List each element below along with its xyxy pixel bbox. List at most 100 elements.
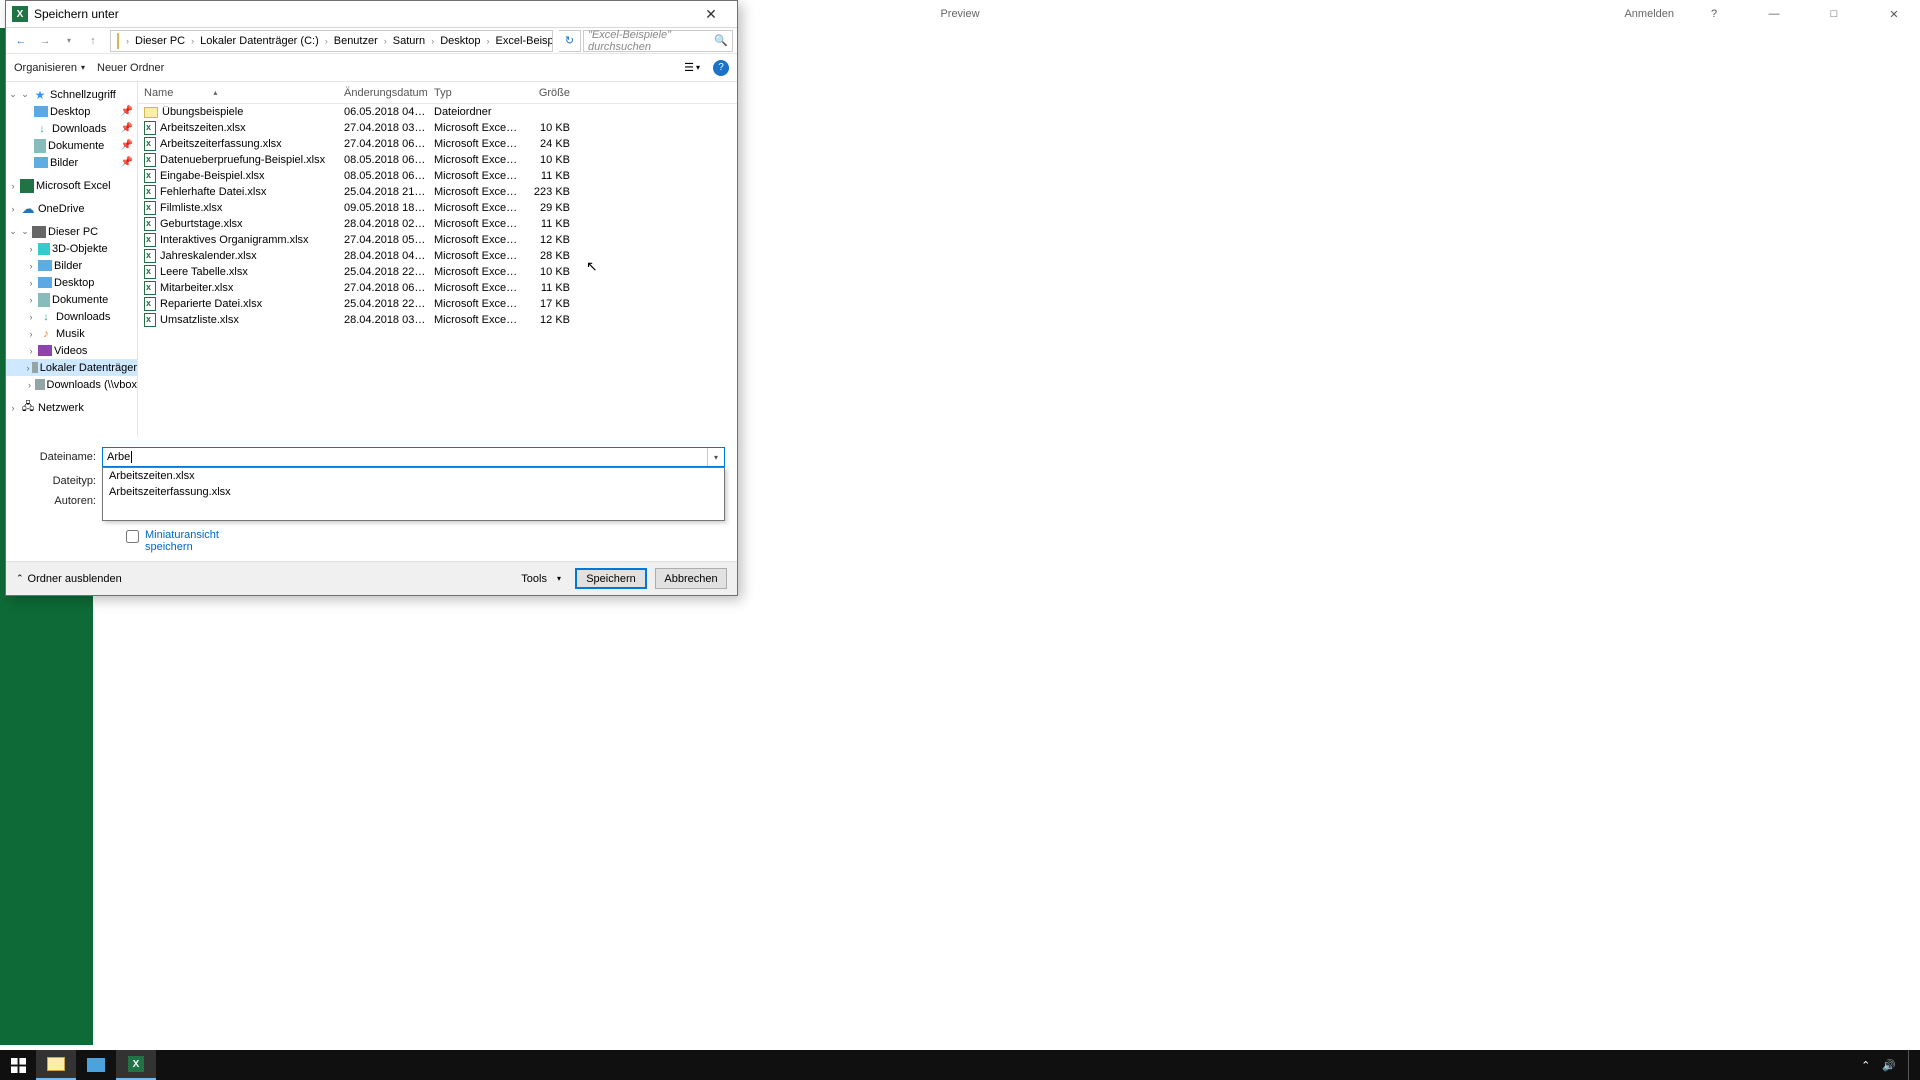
- file-row[interactable]: Umsatzliste.xlsx28.04.2018 03:41Microsof…: [138, 312, 737, 328]
- chevron-right-icon[interactable]: ›: [188, 36, 197, 46]
- chevron-right-icon[interactable]: ›: [322, 36, 331, 46]
- excel-close-button[interactable]: ✕: [1874, 8, 1914, 21]
- column-type-header[interactable]: Typ: [428, 87, 518, 99]
- video-icon: [38, 345, 52, 356]
- file-row[interactable]: Reparierte Datei.xlsx25.04.2018 22:42Mic…: [138, 296, 737, 312]
- tree-music[interactable]: ›Musik: [6, 325, 137, 342]
- column-headers: Name▴ Änderungsdatum Typ Größe: [138, 82, 737, 104]
- autocomplete-item[interactable]: Arbeitszeiterfassung.xlsx: [103, 484, 724, 500]
- file-date: 27.04.2018 06:09: [338, 138, 428, 150]
- file-row[interactable]: Jahreskalender.xlsx28.04.2018 04:43Micro…: [138, 248, 737, 264]
- tools-menu-button[interactable]: Tools ▾: [515, 573, 567, 585]
- nav-recent-button[interactable]: ▾: [58, 30, 80, 52]
- file-size: 11 KB: [518, 218, 578, 230]
- nav-up-button[interactable]: ↑: [82, 30, 104, 52]
- folder-tree[interactable]: ⌄⌄Schnellzugriff Desktop📌 Downloads📌 Dok…: [6, 82, 138, 437]
- breadcrumb-segment[interactable]: Lokaler Datenträger (C:): [197, 35, 322, 47]
- nav-back-button[interactable]: ←: [10, 30, 32, 52]
- file-row[interactable]: Fehlerhafte Datei.xlsx25.04.2018 21:47Mi…: [138, 184, 737, 200]
- file-size: 28 KB: [518, 250, 578, 262]
- breadcrumb-segment[interactable]: Dieser PC: [132, 35, 188, 47]
- autocomplete-item[interactable]: Arbeitszeiten.xlsx: [103, 468, 724, 484]
- chevron-right-icon[interactable]: ›: [484, 36, 493, 46]
- file-row[interactable]: Filmliste.xlsx09.05.2018 18:07Microsoft …: [138, 200, 737, 216]
- show-desktop-button[interactable]: [1908, 1050, 1914, 1080]
- file-row[interactable]: Leere Tabelle.xlsx25.04.2018 22:30Micros…: [138, 264, 737, 280]
- dialog-close-button[interactable]: ✕: [691, 6, 731, 23]
- file-row[interactable]: Mitarbeiter.xlsx27.04.2018 06:13Microsof…: [138, 280, 737, 296]
- help-icon[interactable]: ?: [713, 60, 729, 76]
- file-date: 06.05.2018 04:02: [338, 106, 428, 118]
- dialog-button-bar: ⌃ Ordner ausblenden Tools ▾ Speichern Ab…: [6, 561, 737, 595]
- sort-asc-icon: ▴: [213, 88, 217, 97]
- help-button[interactable]: ?: [1694, 8, 1734, 20]
- chevron-right-icon[interactable]: ›: [123, 36, 132, 46]
- save-thumbnail-checkbox[interactable]: [126, 530, 139, 543]
- tree-this-pc[interactable]: ⌄⌄Dieser PC: [6, 223, 137, 240]
- taskbar[interactable]: X ⌃ 🔊: [0, 1050, 1920, 1080]
- tree-network[interactable]: ›Netzwerk: [6, 399, 137, 416]
- filename-dropdown-button[interactable]: ▾: [707, 448, 724, 466]
- tray-overflow-button[interactable]: ⌃: [1861, 1059, 1870, 1072]
- breadcrumb-segment[interactable]: Desktop: [437, 35, 483, 47]
- breadcrumb-segment[interactable]: Saturn: [390, 35, 428, 47]
- maximize-button[interactable]: □: [1814, 8, 1854, 20]
- dialog-titlebar[interactable]: X Speichern unter ✕: [6, 1, 737, 28]
- search-icon[interactable]: 🔍: [714, 34, 728, 47]
- minimize-button[interactable]: —: [1754, 8, 1794, 20]
- taskbar-explorer[interactable]: [36, 1050, 76, 1080]
- tree-downloads[interactable]: ›Downloads: [6, 308, 137, 325]
- file-row[interactable]: Übungsbeispiele06.05.2018 04:02Dateiordn…: [138, 104, 737, 120]
- file-date: 28.04.2018 02:47: [338, 218, 428, 230]
- document-icon: [38, 293, 50, 307]
- excel-file-icon: [144, 313, 156, 327]
- tree-pictures[interactable]: Bilder📌: [6, 154, 137, 171]
- address-breadcrumb[interactable]: › Dieser PC › Lokaler Datenträger (C:) ›…: [110, 30, 553, 52]
- refresh-button[interactable]: ↻: [559, 30, 581, 52]
- file-row[interactable]: Interaktives Organigramm.xlsx27.04.2018 …: [138, 232, 737, 248]
- new-folder-button[interactable]: Neuer Ordner: [97, 62, 164, 74]
- save-form: Dateiname: Arbe ▾ Arbeitszeiten.xlsx Arb…: [6, 437, 737, 561]
- view-mode-button[interactable]: ☰ ▾: [679, 59, 705, 76]
- file-row[interactable]: Arbeitszeiten.xlsx27.04.2018 03:25Micros…: [138, 120, 737, 136]
- breadcrumb-segment[interactable]: Excel-Beispiele: [493, 35, 553, 47]
- chevron-right-icon[interactable]: ›: [381, 36, 390, 46]
- chevron-right-icon[interactable]: ›: [428, 36, 437, 46]
- file-list[interactable]: Name▴ Änderungsdatum Typ Größe Übungsbei…: [138, 82, 737, 437]
- tree-downloads[interactable]: Downloads📌: [6, 120, 137, 137]
- tree-desktop[interactable]: Desktop📌: [6, 103, 137, 120]
- taskbar-excel[interactable]: X: [116, 1050, 156, 1080]
- filename-input[interactable]: Arbe ▾: [102, 447, 725, 467]
- file-row[interactable]: Arbeitszeiterfassung.xlsx27.04.2018 06:0…: [138, 136, 737, 152]
- tree-vbox-downloads[interactable]: ›Downloads (\\vbox: [6, 376, 137, 393]
- tree-quick-access[interactable]: ⌄⌄Schnellzugriff: [6, 86, 137, 103]
- tree-desktop[interactable]: ›Desktop: [6, 274, 137, 291]
- tree-onedrive[interactable]: ›OneDrive: [6, 200, 137, 217]
- tree-local-disk[interactable]: ›Lokaler Datenträger: [6, 359, 137, 376]
- start-button[interactable]: [0, 1050, 36, 1080]
- tree-excel[interactable]: ›Microsoft Excel: [6, 177, 137, 194]
- file-type: Microsoft Excel-Ar...: [428, 266, 518, 278]
- tree-3d-objects[interactable]: ›3D-Objekte: [6, 240, 137, 257]
- column-size-header[interactable]: Größe: [518, 87, 578, 99]
- signin-link[interactable]: Anmelden: [1624, 8, 1674, 20]
- column-date-header[interactable]: Änderungsdatum: [338, 87, 428, 99]
- file-row[interactable]: Datenueberpruefung-Beispiel.xlsx08.05.20…: [138, 152, 737, 168]
- tree-documents[interactable]: Dokumente📌: [6, 137, 137, 154]
- organize-button[interactable]: Organisieren ▾: [14, 62, 85, 74]
- save-thumbnail-label[interactable]: Miniaturansicht speichern: [145, 529, 225, 553]
- tree-videos[interactable]: ›Videos: [6, 342, 137, 359]
- nav-forward-button[interactable]: →: [34, 30, 56, 52]
- tree-documents[interactable]: ›Dokumente: [6, 291, 137, 308]
- hide-folders-button[interactable]: ⌃ Ordner ausblenden: [16, 573, 122, 585]
- file-row[interactable]: Geburtstage.xlsx28.04.2018 02:47Microsof…: [138, 216, 737, 232]
- column-name-header[interactable]: Name▴: [138, 87, 338, 99]
- search-input[interactable]: "Excel-Beispiele" durchsuchen 🔍: [583, 30, 733, 52]
- save-button[interactable]: Speichern: [575, 568, 647, 589]
- cancel-button[interactable]: Abbrechen: [655, 568, 727, 589]
- tree-pictures[interactable]: ›Bilder: [6, 257, 137, 274]
- file-row[interactable]: Eingabe-Beispiel.xlsx08.05.2018 06:40Mic…: [138, 168, 737, 184]
- volume-icon[interactable]: 🔊: [1882, 1059, 1896, 1072]
- breadcrumb-segment[interactable]: Benutzer: [331, 35, 381, 47]
- taskbar-app[interactable]: [76, 1050, 116, 1080]
